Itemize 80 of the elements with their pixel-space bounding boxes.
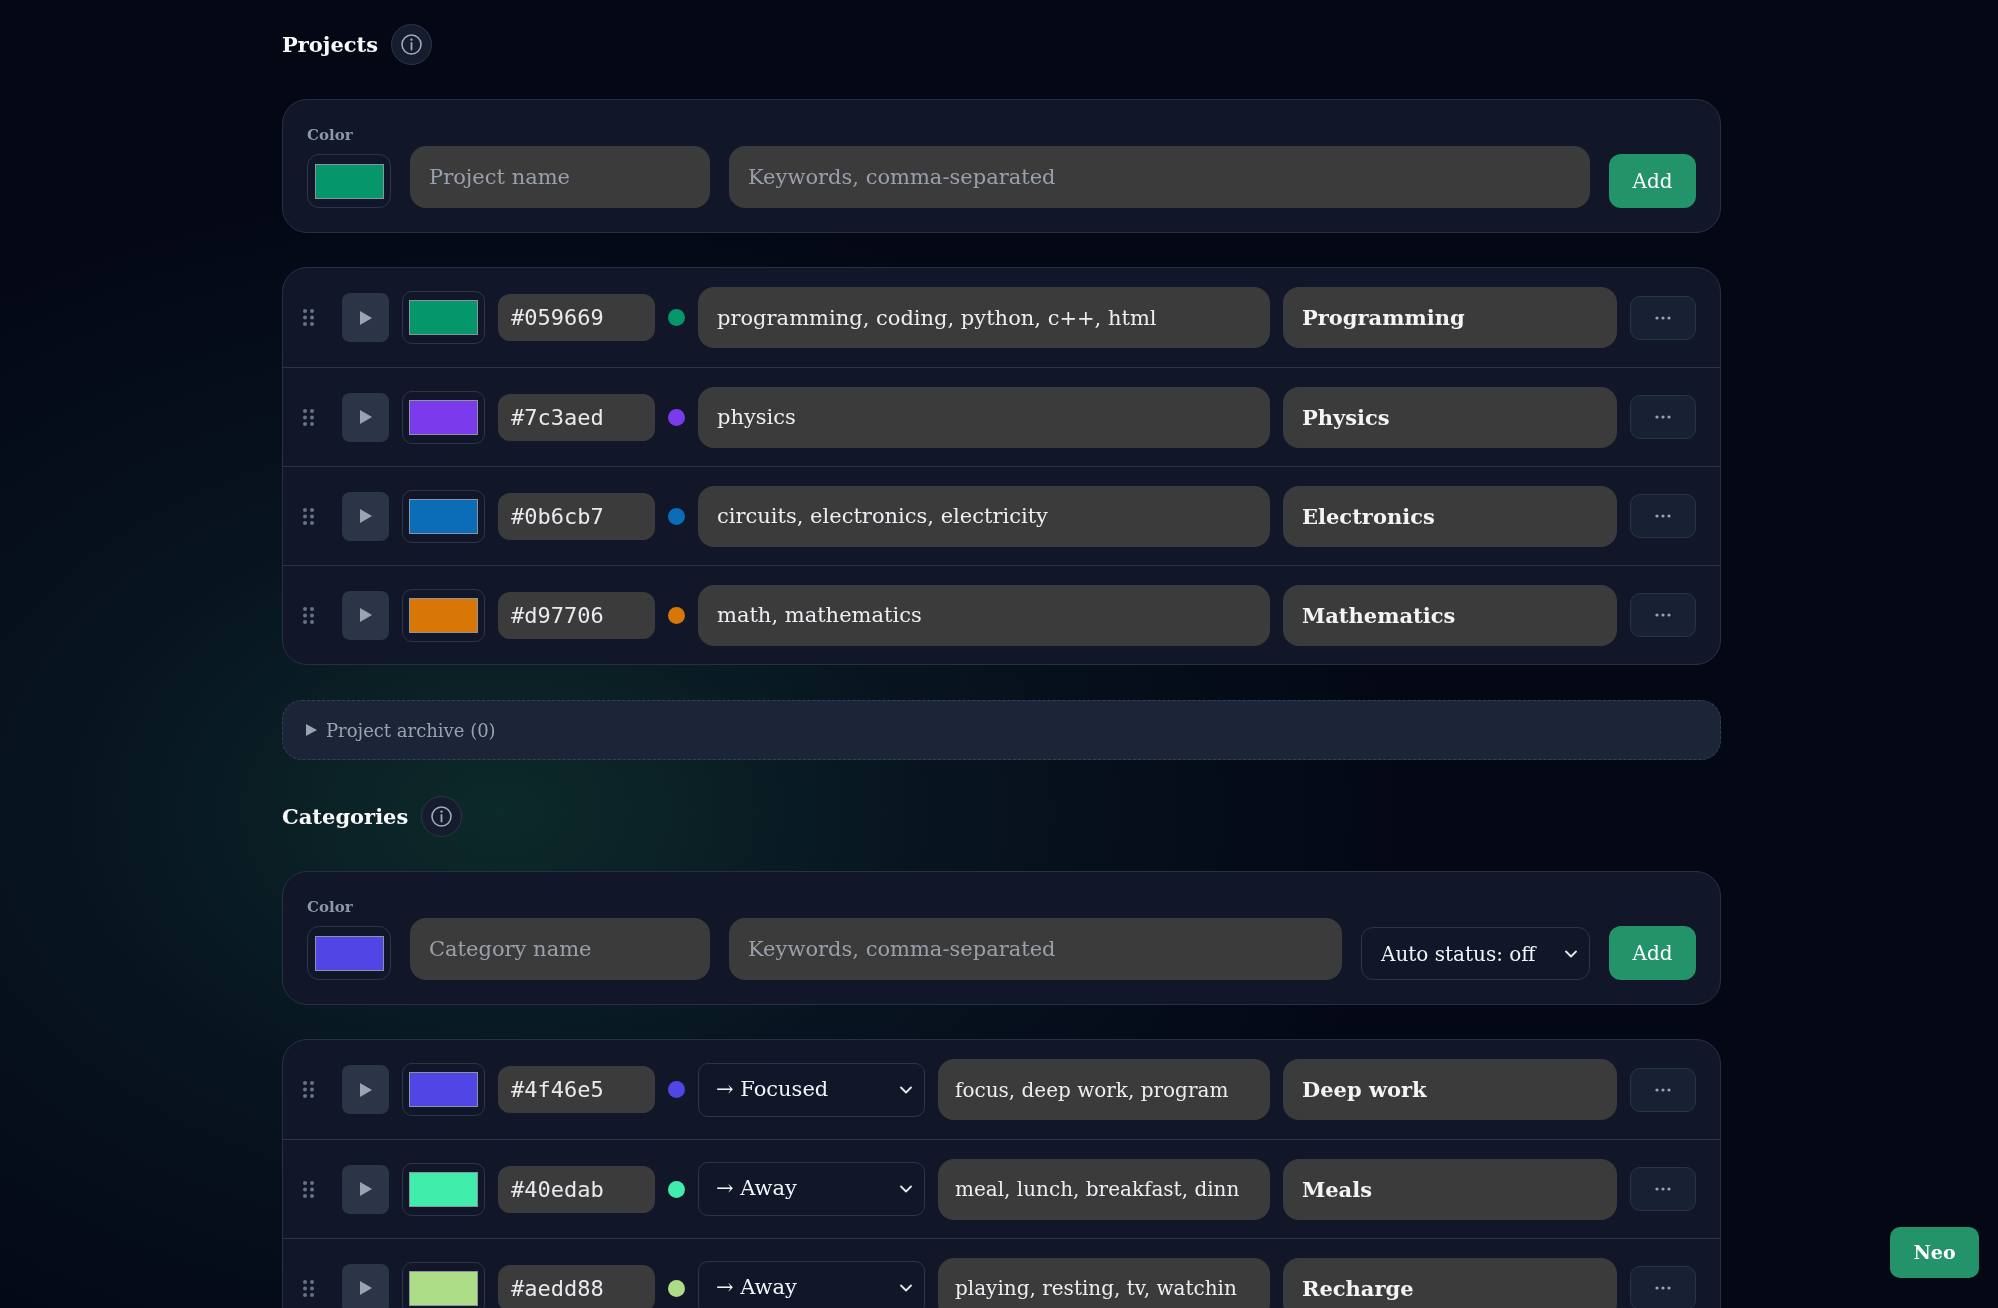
color-picker[interactable] — [402, 588, 485, 642]
chevron-down-icon — [900, 1085, 912, 1094]
color-picker[interactable] — [402, 390, 485, 444]
hex-field[interactable]: #059669 — [498, 294, 655, 341]
keywords-field[interactable]: focus, deep work, program — [938, 1059, 1270, 1120]
play-button[interactable] — [342, 1065, 389, 1114]
hex-field[interactable]: #4f46e5 — [498, 1066, 655, 1113]
name-field[interactable]: Deep work — [1283, 1059, 1617, 1120]
keywords-field[interactable]: Keywords, comma-separated — [729, 918, 1342, 980]
color-picker[interactable] — [402, 1261, 485, 1308]
add-button[interactable]: Add — [1609, 154, 1696, 208]
hex-field[interactable]: #d97706 — [498, 591, 655, 639]
drag-handle-icon[interactable] — [303, 309, 314, 326]
info-icon[interactable] — [391, 24, 433, 65]
assistant-button[interactable]: Neo — [1890, 1227, 1979, 1278]
play-button[interactable] — [342, 392, 389, 442]
color-picker[interactable] — [307, 926, 391, 980]
ellipsis-icon — [1655, 315, 1671, 320]
play-icon — [359, 310, 372, 325]
archive-toggle[interactable]: Project archive (0) — [282, 700, 1721, 760]
name-field[interactable]: Project name — [410, 146, 710, 208]
ellipsis-icon — [1655, 1087, 1671, 1092]
drag-handle-icon[interactable] — [303, 507, 314, 525]
status-select[interactable]: Auto status: off — [1361, 927, 1590, 980]
drag-handle-icon[interactable] — [303, 606, 314, 624]
name-field[interactable]: Physics — [1283, 386, 1617, 448]
drag-handle-icon[interactable] — [303, 1279, 314, 1297]
color-picker[interactable] — [307, 154, 391, 208]
ellipsis-icon — [1655, 613, 1671, 617]
info-icon[interactable] — [421, 796, 463, 837]
play-button[interactable] — [342, 1263, 389, 1308]
add-button[interactable]: Add — [1609, 926, 1696, 980]
keywords-field[interactable]: circuits, electronics, electricity — [698, 485, 1270, 547]
keywords-field[interactable]: programming, coding, python, c++, html — [698, 287, 1270, 348]
play-icon — [359, 410, 372, 424]
drag-handle-icon[interactable] — [303, 1081, 314, 1098]
name-field[interactable]: Meals — [1283, 1158, 1617, 1220]
status-select[interactable]: → Focused — [698, 1062, 925, 1117]
play-icon — [359, 608, 372, 622]
name-field[interactable]: Category name — [410, 918, 710, 980]
drag-handle-icon[interactable] — [303, 408, 314, 426]
keywords-field[interactable]: meal, lunch, breakfast, dinn — [938, 1158, 1270, 1220]
play-icon — [359, 509, 372, 523]
play-button[interactable] — [342, 1164, 389, 1214]
status-select[interactable]: → Away — [698, 1261, 925, 1308]
color-picker[interactable] — [402, 1063, 485, 1116]
play-button[interactable] — [342, 590, 389, 640]
hex-field[interactable]: #aedd88 — [498, 1264, 655, 1308]
chevron-down-icon — [900, 1185, 912, 1193]
drag-handle-icon[interactable] — [303, 1180, 314, 1198]
play-icon — [359, 1182, 372, 1196]
play-icon — [359, 1082, 372, 1097]
name-field[interactable]: Electronics — [1283, 485, 1617, 547]
status-select[interactable]: → Away — [698, 1162, 925, 1216]
keywords-field[interactable]: playing, resting, tv, watchin — [938, 1257, 1270, 1308]
ellipsis-icon — [1655, 1187, 1671, 1191]
hex-field[interactable]: #40edab — [498, 1165, 655, 1213]
hex-field[interactable]: #0b6cb7 — [498, 492, 655, 540]
ellipsis-icon — [1655, 514, 1671, 518]
field-label: Color — [307, 125, 354, 145]
play-button[interactable] — [342, 293, 389, 342]
chevron-down-icon — [1565, 949, 1577, 958]
color-picker[interactable] — [402, 1162, 485, 1216]
field-label: Color — [307, 897, 354, 917]
name-field[interactable]: Mathematics — [1283, 584, 1617, 646]
color-picker[interactable] — [402, 291, 485, 344]
name-field[interactable]: Recharge — [1283, 1257, 1617, 1308]
ellipsis-icon — [1655, 415, 1671, 419]
ellipsis-icon — [1655, 1286, 1671, 1290]
keywords-field[interactable]: Keywords, comma-separated — [729, 146, 1590, 208]
keywords-field[interactable]: math, mathematics — [698, 584, 1270, 646]
play-button[interactable] — [342, 491, 389, 541]
keywords-field[interactable]: physics — [698, 386, 1270, 448]
chevron-down-icon — [900, 1284, 912, 1292]
color-picker[interactable] — [402, 489, 485, 543]
hex-field[interactable]: #7c3aed — [498, 393, 655, 441]
play-icon — [359, 1281, 372, 1295]
name-field[interactable]: Programming — [1283, 287, 1617, 348]
section-heading: Categories — [282, 806, 409, 827]
section-heading: Projects — [282, 34, 379, 55]
